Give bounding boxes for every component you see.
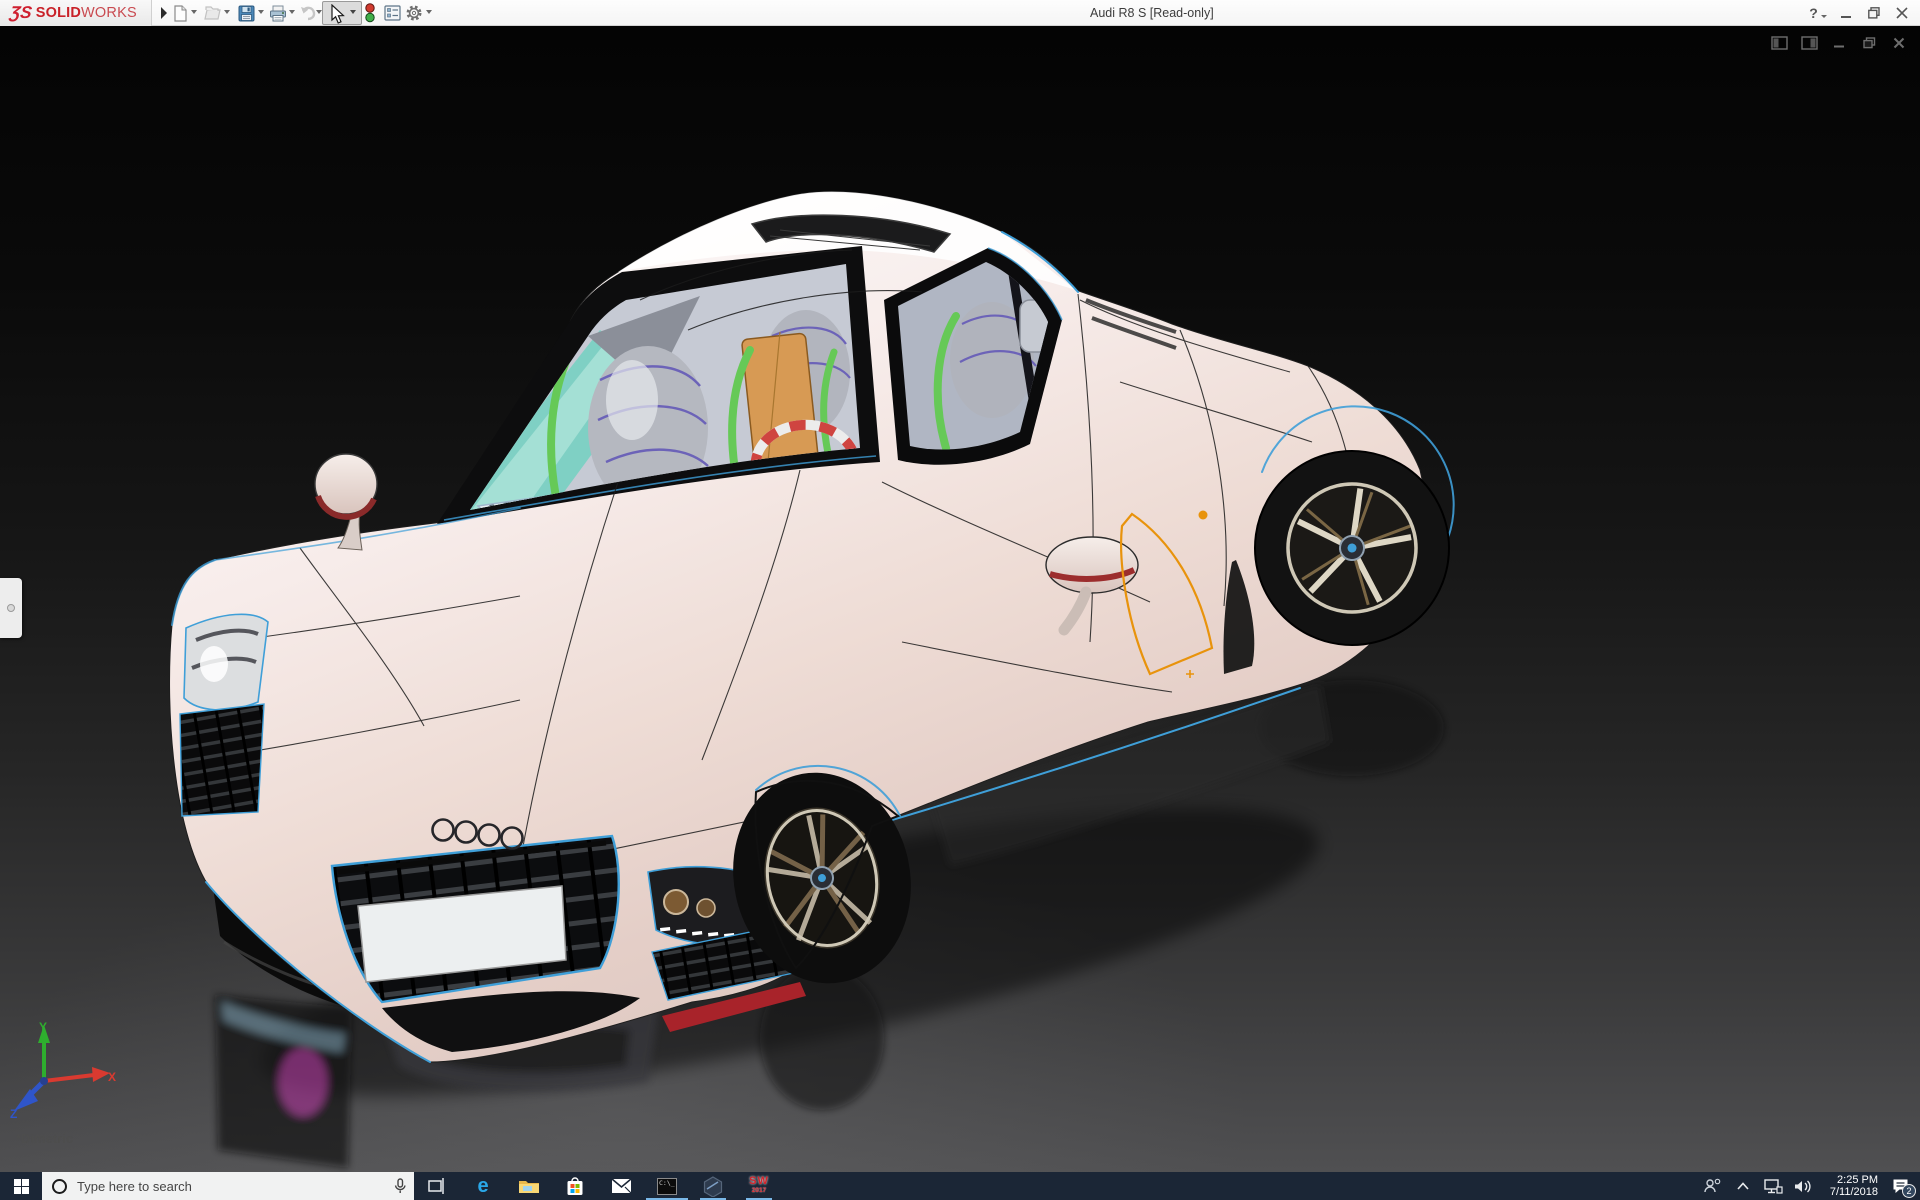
undo-button[interactable] (298, 3, 318, 23)
doc-restore-button[interactable] (1858, 34, 1880, 52)
document-properties-button[interactable] (382, 3, 402, 23)
help-caret (1821, 15, 1827, 18)
graphics-viewport[interactable]: Y X Z *Dimetric (0, 26, 1920, 1172)
settings-caret[interactable] (426, 10, 432, 14)
restore-icon (1868, 7, 1880, 19)
new-document-button[interactable] (170, 3, 190, 23)
restore-button[interactable] (1860, 0, 1888, 26)
taskbar-file-explorer-button[interactable] (506, 1172, 552, 1200)
doc-minimize-button[interactable] (1828, 34, 1850, 52)
print-caret[interactable] (289, 10, 295, 14)
save-button[interactable] (236, 3, 256, 23)
print-icon (269, 5, 287, 22)
solidworks-logo: ƷS SOLIDWORKS (0, 0, 152, 26)
close-icon (1896, 7, 1908, 19)
network-icon (1764, 1179, 1783, 1194)
clock-time: 2:25 PM (1818, 1174, 1878, 1186)
chevron-up-icon (1737, 1182, 1749, 1190)
clock-date: 7/11/2018 (1818, 1186, 1878, 1198)
feature-pane-left-button[interactable] (1768, 34, 1790, 52)
select-tool-caret[interactable] (350, 10, 356, 14)
edge-icon: e (477, 1175, 488, 1198)
open-folder-icon (204, 5, 222, 21)
help-button[interactable]: ? (1804, 0, 1832, 26)
taskbar-solidworks-button[interactable]: SW 2017 (736, 1172, 782, 1200)
left-vent (180, 704, 264, 816)
notification-badge: 2 (1902, 1184, 1916, 1198)
network-button[interactable] (1758, 1172, 1788, 1200)
speaker-icon (1794, 1179, 1812, 1194)
document-window-controls (1768, 34, 1910, 52)
search-placeholder: Type here to search (77, 1179, 394, 1194)
taskbar-mail-button[interactable] (598, 1172, 644, 1200)
reference-triad: Y X Z (8, 1019, 118, 1124)
doc-minimize-icon (1833, 37, 1845, 49)
triad-y-label: Y (39, 1020, 47, 1034)
settings-button[interactable] (404, 3, 424, 23)
feature-pane-right-button[interactable] (1798, 34, 1820, 52)
close-button[interactable] (1888, 0, 1916, 26)
system-tray: 2:25 PM 7/11/2018 2 (1698, 1172, 1920, 1200)
save-caret[interactable] (258, 10, 264, 14)
traffic-light-icon (364, 3, 376, 23)
window-controls: ? (1804, 0, 1916, 26)
store-icon (566, 1177, 584, 1196)
mail-icon (611, 1178, 632, 1194)
new-document-icon (172, 5, 188, 22)
start-button[interactable] (0, 1172, 42, 1200)
tray-overflow-button[interactable] (1728, 1172, 1758, 1200)
pane-right-icon (1801, 36, 1818, 50)
undo-icon (299, 5, 317, 21)
command-prompt-icon: C:\_ (657, 1178, 677, 1195)
document-properties-icon (384, 5, 401, 21)
taskbar-clock[interactable]: 2:25 PM 7/11/2018 (1818, 1174, 1880, 1198)
print-button[interactable] (268, 3, 288, 23)
task-view-button[interactable] (414, 1172, 460, 1200)
traffic-light-button[interactable] (360, 3, 380, 23)
people-button[interactable] (1698, 1172, 1728, 1200)
triad-x-label: X (108, 1070, 116, 1084)
mouse-cursor (331, 4, 346, 30)
cortana-icon (52, 1179, 67, 1194)
taskbar-composer-button[interactable] (690, 1172, 736, 1200)
task-view-icon (428, 1178, 446, 1194)
open-document-caret[interactable] (224, 10, 230, 14)
taskbar-cmd-button[interactable]: C:\_ (644, 1172, 690, 1200)
logo-ds-mark: ƷS (9, 3, 34, 23)
minimize-button[interactable] (1832, 0, 1860, 26)
hexagon-app-icon (703, 1176, 723, 1197)
action-center-button[interactable]: 2 (1880, 1172, 1920, 1200)
taskbar-edge-button[interactable]: e (460, 1172, 506, 1200)
pane-left-icon (1771, 36, 1788, 50)
doc-close-icon (1893, 37, 1905, 49)
microphone-icon[interactable] (394, 1178, 406, 1194)
save-floppy-icon (238, 5, 255, 22)
file-explorer-icon (518, 1177, 540, 1195)
triad-z-label: Z (10, 1107, 17, 1119)
new-document-caret[interactable] (191, 10, 197, 14)
windows-taskbar: Type here to search e (0, 1172, 1920, 1200)
solidworks-2017-icon: SW 2017 (749, 1177, 769, 1195)
open-document-button[interactable] (203, 3, 223, 23)
window-title: Audi R8 S [Read-only] (1090, 6, 1214, 20)
view-orientation-label: *Dimetric (16, 1131, 73, 1146)
car-3d-model[interactable] (0, 26, 1920, 1172)
volume-button[interactable] (1788, 1172, 1818, 1200)
app-title-bar: ƷS SOLIDWORKS (0, 0, 1920, 26)
flyout-pin-icon (7, 604, 15, 612)
minimize-icon (1841, 8, 1852, 19)
doc-close-button[interactable] (1888, 34, 1910, 52)
windows-logo-icon (14, 1179, 29, 1194)
search-input[interactable]: Type here to search (42, 1172, 414, 1200)
people-icon (1704, 1178, 1722, 1194)
taskbar-store-button[interactable] (552, 1172, 598, 1200)
settings-gear-icon (405, 4, 423, 22)
doc-restore-icon (1863, 37, 1876, 49)
feature-manager-flyout-tab[interactable] (0, 578, 22, 638)
